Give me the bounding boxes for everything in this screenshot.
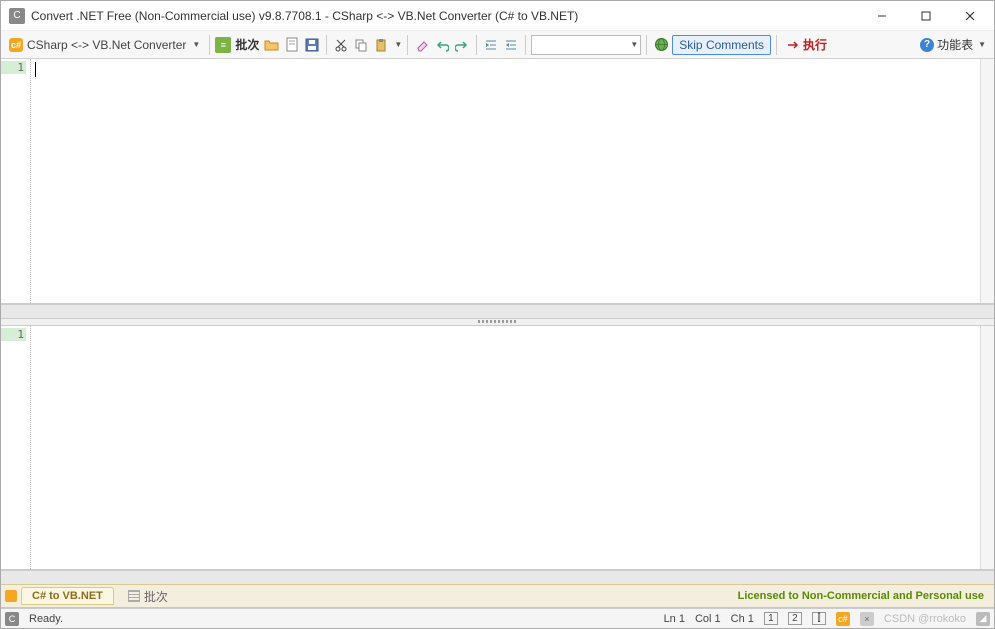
chevron-down-icon[interactable]: ▼	[394, 40, 402, 49]
line-gutter: 1	[1, 59, 31, 303]
separator	[525, 35, 526, 55]
undo-icon[interactable]	[433, 36, 451, 54]
separator	[209, 35, 210, 55]
maximize-button[interactable]	[904, 2, 948, 30]
chevron-down-icon: ▼	[630, 40, 638, 49]
status-line: Ln 1	[664, 613, 685, 625]
minimize-button[interactable]	[860, 2, 904, 30]
separator	[407, 35, 408, 55]
panel-indicator-2[interactable]: 2	[788, 612, 802, 625]
cut-icon[interactable]	[332, 36, 350, 54]
status-icon: C	[5, 612, 19, 626]
bottom-code-editor[interactable]	[31, 326, 980, 570]
copy-icon[interactable]	[352, 36, 370, 54]
tab-csharp-to-vbnet[interactable]: C# to VB.NET	[21, 587, 114, 605]
editor-area: 1 1	[1, 59, 994, 584]
top-code-editor[interactable]	[31, 59, 980, 303]
separator	[326, 35, 327, 55]
top-editor-pane: 1	[1, 59, 994, 304]
execute-label: 执行	[803, 36, 827, 53]
indent-icon[interactable]	[482, 36, 500, 54]
window-title: Convert .NET Free (Non-Commercial use) v…	[31, 9, 860, 23]
line-number: 1	[1, 61, 26, 74]
line-gutter: 1	[1, 326, 31, 570]
panel-indicator-1[interactable]: 1	[764, 612, 778, 625]
chevron-down-icon: ▼	[978, 40, 986, 49]
converter-dropdown[interactable]: c# CSharp <-> VB.Net Converter ▼	[5, 38, 204, 52]
tab-label: 批次	[144, 588, 168, 605]
separator	[476, 35, 477, 55]
status-bar: C Ready. Ln 1 Col 1 Ch 1 1 2 ⫿ c# × CSDN…	[1, 608, 994, 628]
batch-label[interactable]: 批次	[233, 36, 261, 53]
batch-icon[interactable]: ≡	[215, 37, 231, 53]
toolbar: c# CSharp <-> VB.Net Converter ▼ ≡ 批次 ▼ …	[1, 31, 994, 59]
execute-arrow-icon	[786, 38, 800, 52]
bottom-editor-pane: 1	[1, 326, 994, 571]
text-cursor	[35, 62, 36, 77]
close-button[interactable]	[948, 2, 992, 30]
tab-strip: C# to VB.NET 批次 Licensed to Non-Commerci…	[1, 584, 994, 608]
help-icon: ?	[920, 38, 934, 52]
horizontal-scrollbar[interactable]	[1, 304, 994, 318]
panel-indicator-split[interactable]: ⫿	[812, 612, 826, 625]
separator	[646, 35, 647, 55]
tab-batch[interactable]: 批次	[118, 586, 178, 607]
license-text: Licensed to Non-Commercial and Personal …	[738, 590, 990, 602]
functions-dropdown[interactable]: ? 功能表 ▼	[916, 36, 990, 53]
tab-label: C# to VB.NET	[32, 590, 103, 602]
line-number: 1	[1, 328, 26, 341]
chevron-down-icon: ▼	[192, 40, 200, 49]
resize-grip-icon[interactable]: ◢	[976, 612, 990, 626]
status-cs-icon[interactable]: c#	[836, 612, 850, 626]
language-combo[interactable]: ▼	[531, 35, 641, 55]
tab-icon	[5, 590, 17, 602]
status-close-icon[interactable]: ×	[860, 612, 874, 626]
converter-label: CSharp <-> VB.Net Converter	[27, 38, 186, 52]
document-icon[interactable]	[283, 36, 301, 54]
status-ready: Ready.	[29, 613, 63, 625]
paste-icon[interactable]	[372, 36, 390, 54]
globe-icon[interactable]	[652, 36, 670, 54]
converter-icon: c#	[9, 38, 23, 52]
horizontal-scrollbar[interactable]	[1, 570, 994, 584]
open-folder-icon[interactable]	[263, 36, 281, 54]
skip-comments-button[interactable]: Skip Comments	[672, 35, 771, 55]
overview-ruler[interactable]	[980, 59, 994, 303]
functions-label: 功能表	[937, 36, 973, 53]
grip-icon	[478, 320, 518, 323]
splitter-handle[interactable]	[1, 318, 994, 326]
separator	[776, 35, 777, 55]
eraser-icon[interactable]	[413, 36, 431, 54]
watermark: CSDN @rrokoko	[884, 613, 966, 625]
title-bar: C Convert .NET Free (Non-Commercial use)…	[1, 1, 994, 31]
app-icon: C	[9, 8, 25, 24]
redo-icon[interactable]	[453, 36, 471, 54]
overview-ruler[interactable]	[980, 326, 994, 570]
execute-button[interactable]: 执行	[782, 36, 831, 53]
status-column: Col 1	[695, 613, 721, 625]
save-icon[interactable]	[303, 36, 321, 54]
list-icon	[128, 590, 140, 602]
status-char: Ch 1	[731, 613, 754, 625]
outdent-icon[interactable]	[502, 36, 520, 54]
